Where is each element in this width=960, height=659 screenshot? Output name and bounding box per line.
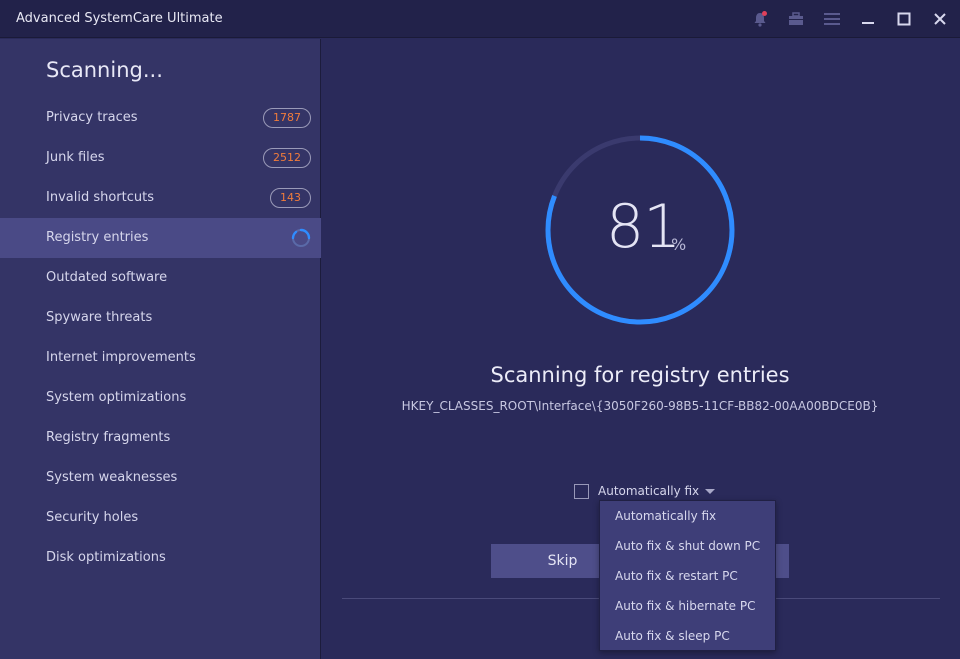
sidebar-item-disk-optimizations[interactable]: Disk optimizations [0,538,321,578]
menu-icon[interactable] [821,8,843,30]
count-badge: 143 [270,188,311,208]
scan-main-panel: 81 % Scanning for registry entries HKEY_… [322,39,960,659]
sidebar-item-privacy-traces[interactable]: Privacy traces 1787 [0,98,321,138]
bell-icon[interactable] [749,8,771,30]
menu-item-auto-fix-shut-down[interactable]: Auto fix & shut down PC [600,531,775,561]
sidebar-item-registry-entries[interactable]: Registry entries [0,218,321,258]
menu-item-automatically-fix[interactable]: Automatically fix [600,501,775,531]
minimize-icon[interactable] [857,8,879,30]
sidebar-item-internet-improvements[interactable]: Internet improvements [0,338,321,378]
sidebar-item-label: Spyware threats [46,310,153,325]
progress-percent-unit: % [671,235,687,254]
sidebar-item-system-weaknesses[interactable]: System weaknesses [0,458,321,498]
sidebar-item-junk-files[interactable]: Junk files 2512 [0,138,321,178]
sidebar-item-registry-fragments[interactable]: Registry fragments [0,418,321,458]
count-badge: 2512 [263,148,311,168]
loading-spinner-icon [291,228,311,248]
sidebar-item-label: Registry fragments [46,430,171,445]
sidebar-item-label: Junk files [46,150,105,165]
auto-fix-dropdown-menu: Automatically fix Auto fix & shut down P… [599,500,776,651]
app-title: Advanced SystemCare Ultimate [16,11,223,26]
scan-current-path: HKEY_CLASSES_ROOT\Interface\{3050F260-98… [401,399,879,413]
toolbox-icon[interactable] [785,8,807,30]
sidebar-item-label: System optimizations [46,390,187,405]
sidebar-item-label: Security holes [46,510,139,525]
scan-sidebar: Scanning... Privacy traces 1787 Junk fil… [0,39,321,659]
sidebar-item-system-optimizations[interactable]: System optimizations [0,378,321,418]
menu-item-auto-fix-hibernate[interactable]: Auto fix & hibernate PC [600,591,775,621]
maximize-icon[interactable] [893,8,915,30]
auto-fix-label[interactable]: Automatically fix [598,484,699,498]
sidebar-item-label: Invalid shortcuts [46,190,155,205]
sidebar-item-outdated-software[interactable]: Outdated software [0,258,321,298]
auto-fix-checkbox[interactable] [574,483,589,499]
sidebar-item-label: Registry entries [46,230,149,245]
notification-dot [762,11,767,16]
title-bar: Advanced SystemCare Ultimate [0,0,960,38]
progress-percent: 81 [606,192,681,262]
close-icon[interactable] [929,8,951,30]
sidebar-item-label: Outdated software [46,270,168,285]
menu-item-auto-fix-sleep[interactable]: Auto fix & sleep PC [600,621,775,651]
scanning-heading: Scanning... [46,58,163,82]
sidebar-item-label: Disk optimizations [46,550,166,565]
scan-status-title: Scanning for registry entries [490,363,790,387]
sidebar-item-label: System weaknesses [46,470,178,485]
sidebar-item-label: Internet improvements [46,350,196,365]
auto-fix-control: Automatically fix [574,482,716,500]
sidebar-item-invalid-shortcuts[interactable]: Invalid shortcuts 143 [0,178,321,218]
count-badge: 1787 [263,108,311,128]
scan-category-list: Privacy traces 1787 Junk files 2512 Inva… [0,98,321,578]
sidebar-item-spyware-threats[interactable]: Spyware threats [0,298,321,338]
sidebar-item-security-holes[interactable]: Security holes [0,498,321,538]
menu-item-auto-fix-restart[interactable]: Auto fix & restart PC [600,561,775,591]
chevron-down-icon[interactable] [705,488,716,494]
sidebar-item-label: Privacy traces [46,110,138,125]
